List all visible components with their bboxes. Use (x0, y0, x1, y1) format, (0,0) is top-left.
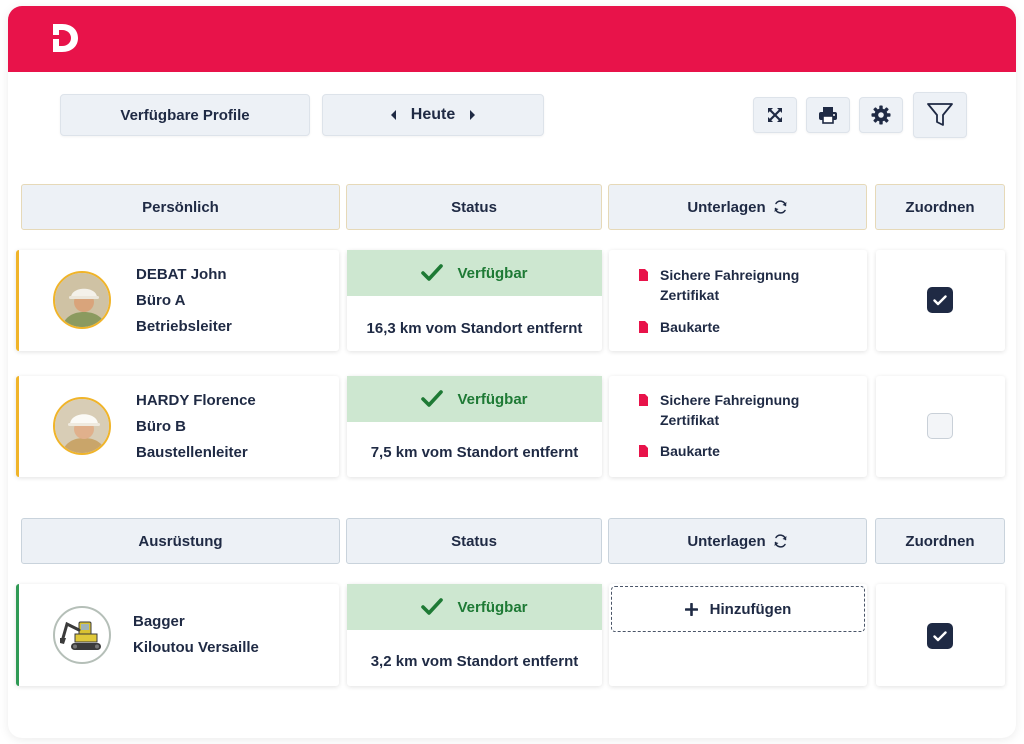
check-icon (421, 264, 444, 281)
status-label: Verfügbar (457, 390, 528, 408)
header-equipment[interactable]: Ausrüstung (21, 518, 340, 564)
header-status-label: Status (451, 532, 497, 550)
person-role: Betriebsleiter (136, 318, 232, 335)
excavator-icon (60, 621, 101, 650)
status-badge: Verfügbar (347, 584, 602, 630)
person-office: Büro A (136, 292, 186, 309)
document-item[interactable]: Sichere Fahreignung Zertifikat (639, 265, 799, 305)
available-profiles-label: Verfügbare Profile (120, 106, 250, 124)
checkmark-icon (933, 630, 947, 641)
settings-button[interactable] (859, 97, 903, 133)
document-title: Baukarte (660, 443, 720, 459)
header-status-label: Status (451, 198, 497, 216)
document-item[interactable]: Sichere Fahreignung Zertifikat (639, 390, 799, 430)
distance-text: 7,5 km vom Standort entfernt (370, 444, 579, 461)
next-date-button[interactable] (455, 103, 491, 127)
status-badge: Verfügbar (347, 376, 602, 422)
documents-card: Sichere Fahreignung Zertifikat Baukarte (609, 250, 867, 351)
document-item[interactable]: Baukarte (639, 317, 720, 337)
checkmark-icon (933, 294, 947, 305)
assign-checkbox[interactable] (927, 413, 953, 439)
header-status[interactable]: Status (346, 518, 602, 564)
file-icon (639, 394, 648, 406)
document-item[interactable]: Baukarte (639, 441, 720, 461)
print-icon (819, 107, 837, 124)
equipment-name: Bagger (133, 613, 185, 630)
date-navigator: Heute (322, 94, 544, 136)
status-card: Verfügbar 7,5 km vom Standort entfernt (347, 376, 602, 477)
check-icon (421, 598, 444, 615)
person-card[interactable]: HARDY Florence Büro B Baustellenleiter (16, 376, 339, 477)
header-documents-label: Unterlagen (687, 198, 766, 216)
add-document-button[interactable]: Hinzufügen (611, 586, 865, 632)
document-subtitle: Zertifikat (660, 287, 720, 303)
header-assign-label: Zuordnen (905, 198, 975, 216)
assign-checkbox[interactable] (927, 287, 953, 313)
assign-checkbox[interactable] (927, 623, 953, 649)
gear-icon (871, 105, 891, 125)
header-documents-label: Unterlagen (687, 532, 766, 550)
top-bar (8, 6, 1016, 72)
refresh-icon[interactable] (773, 534, 788, 548)
document-title: Baukarte (660, 319, 720, 335)
assign-card (876, 584, 1005, 686)
header-status[interactable]: Status (346, 184, 602, 230)
document-title: Sichere Fahreignung (660, 267, 800, 283)
distance-text: 3,2 km vom Standort entfernt (370, 653, 579, 670)
header-equipment-label: Ausrüstung (138, 532, 223, 550)
print-button[interactable] (806, 97, 850, 133)
filter-button[interactable] (913, 92, 967, 138)
header-documents[interactable]: Unterlagen (608, 184, 867, 230)
status-label: Verfügbar (457, 598, 528, 616)
prev-date-button[interactable] (375, 103, 411, 127)
equipment-supplier: Kiloutou Versaille (133, 639, 259, 656)
equipment-avatar (53, 606, 111, 664)
person-name: HARDY Florence (136, 392, 256, 409)
person-office: Büro B (136, 418, 186, 435)
caret-right-icon (470, 110, 476, 120)
document-subtitle: Zertifikat (660, 412, 720, 428)
refresh-icon[interactable] (773, 200, 788, 214)
worker-photo-icon (55, 273, 109, 327)
add-document-label: Hinzufügen (709, 600, 792, 618)
caret-left-icon (390, 110, 396, 120)
header-personal[interactable]: Persönlich (21, 184, 340, 230)
header-documents[interactable]: Unterlagen (608, 518, 867, 564)
equipment-card[interactable]: Bagger Kiloutou Versaille (16, 584, 339, 686)
date-label: Heute (410, 106, 456, 123)
person-role: Baustellenleiter (136, 444, 248, 461)
fullscreen-button[interactable] (753, 97, 797, 133)
document-title: Sichere Fahreignung (660, 392, 800, 408)
expand-icon (768, 108, 782, 122)
app-window: Verfügbare Profile Heute Persönlich Stat… (8, 6, 1016, 738)
assign-card (876, 376, 1005, 477)
header-assign[interactable]: Zuordnen (875, 184, 1005, 230)
filter-icon (927, 103, 953, 126)
assign-card (876, 250, 1005, 351)
avatar (53, 397, 111, 455)
header-personal-label: Persönlich (142, 198, 219, 216)
header-assign[interactable]: Zuordnen (875, 518, 1005, 564)
file-icon (639, 269, 648, 281)
status-badge: Verfügbar (347, 250, 602, 296)
plus-icon (684, 602, 698, 616)
status-card: Verfügbar 16,3 km vom Standort entfernt (347, 250, 602, 351)
avatar (53, 271, 111, 329)
header-assign-label: Zuordnen (905, 532, 975, 550)
available-profiles-button[interactable]: Verfügbare Profile (60, 94, 310, 136)
person-name: DEBAT John (136, 266, 227, 283)
person-card[interactable]: DEBAT John Büro A Betriebsleiter (16, 250, 339, 351)
logo (53, 24, 78, 52)
documents-card: Sichere Fahreignung Zertifikat Baukarte (609, 376, 867, 477)
status-label: Verfügbar (457, 264, 528, 282)
file-icon (639, 321, 648, 333)
check-icon (421, 390, 444, 407)
worker-photo-icon (55, 399, 109, 453)
file-icon (639, 445, 648, 457)
distance-text: 16,3 km vom Standort entfernt (366, 320, 583, 337)
status-card: Verfügbar 3,2 km vom Standort entfernt (347, 584, 602, 686)
documents-card: Hinzufügen (609, 584, 867, 686)
